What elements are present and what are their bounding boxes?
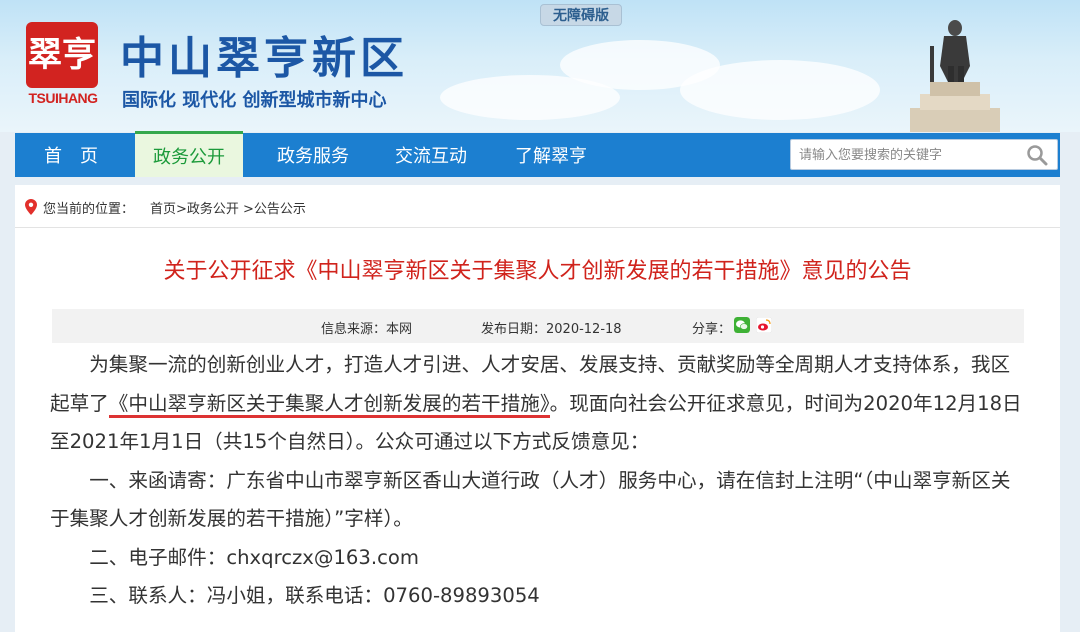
header-cloud	[680, 60, 880, 120]
article-source: 信息来源：本网	[321, 322, 413, 337]
share-label: 分享：	[692, 322, 732, 337]
document-title-highlight: 《中山翠亨新区关于集聚人才创新发展的若干措施》	[108, 391, 550, 418]
article-meta-bar: 信息来源：本网 发布日期：2020-12-18 分享：	[52, 309, 1024, 343]
article-body: 为集聚一流的创新创业人才，打造人才引进、人才安居、发展支持、贡献奖励等全周期人才…	[50, 346, 1025, 616]
site-logo-en: TSUIHANG	[28, 90, 98, 106]
article-date: 发布日期：2020-12-18	[481, 322, 622, 337]
search-box	[790, 139, 1058, 170]
article-paragraph-contact: 三、联系人：冯小姐，联系电话：0760-89893054	[89, 584, 540, 607]
nav-item-interaction[interactable]: 交流互动	[375, 133, 487, 177]
header-cloud	[440, 75, 620, 120]
nav-item-home[interactable]: 首 页	[15, 133, 127, 177]
site-logo[interactable]: 翠亨	[26, 22, 98, 88]
breadcrumb: 您当前的位置： 首页>政务公开 >公告公示	[25, 197, 306, 217]
article-paragraph: 为集聚一流的创新创业人才，打造人才引进、人才安居、发展支持、贡献奖励等全周期人才…	[50, 346, 1025, 462]
wechat-icon[interactable]	[734, 317, 750, 333]
breadcrumb-path[interactable]: 首页>政务公开 >公告公示	[150, 198, 306, 217]
site-slogan: 国际化 现代化 创新型城市新中心	[122, 90, 387, 111]
site-header: 无障碍版 翠亨 TSUIHANG 中山翠亨新区 国际化 现代化 创新型城市新中心	[0, 0, 1080, 132]
nav-item-government-affairs[interactable]: 政务公开	[135, 131, 243, 177]
article-paragraph: 一、来函请寄：广东省中山市翠亨新区香山大道行政（人才）服务中心，请在信封上注明“…	[50, 468, 1011, 531]
weibo-icon[interactable]	[756, 317, 772, 333]
article-paragraph-email: 二、电子邮件：chxqrczx@163.com	[89, 545, 419, 569]
location-pin-icon	[25, 199, 37, 215]
main-nav: 首 页 政务公开 政务服务 交流互动 了解翠亨	[15, 131, 1060, 177]
article-title: 关于公开征求《中山翠亨新区关于集聚人才创新发展的若干措施》意见的公告	[163, 259, 912, 284]
statue-image	[910, 20, 1000, 132]
search-icon[interactable]	[1025, 144, 1049, 166]
nav-item-about[interactable]: 了解翠亨	[495, 133, 607, 177]
nav-item-services[interactable]: 政务服务	[257, 133, 369, 177]
search-input[interactable]	[799, 144, 1019, 166]
breadcrumb-prefix: 您当前的位置：	[43, 201, 135, 217]
site-title: 中山翠亨新区	[120, 33, 408, 84]
divider	[15, 227, 1060, 228]
accessibility-mode-button[interactable]: 无障碍版	[540, 4, 622, 26]
main-content: 您当前的位置： 首页>政务公开 >公告公示 关于公开征求《中山翠亨新区关于集聚人…	[15, 185, 1060, 632]
